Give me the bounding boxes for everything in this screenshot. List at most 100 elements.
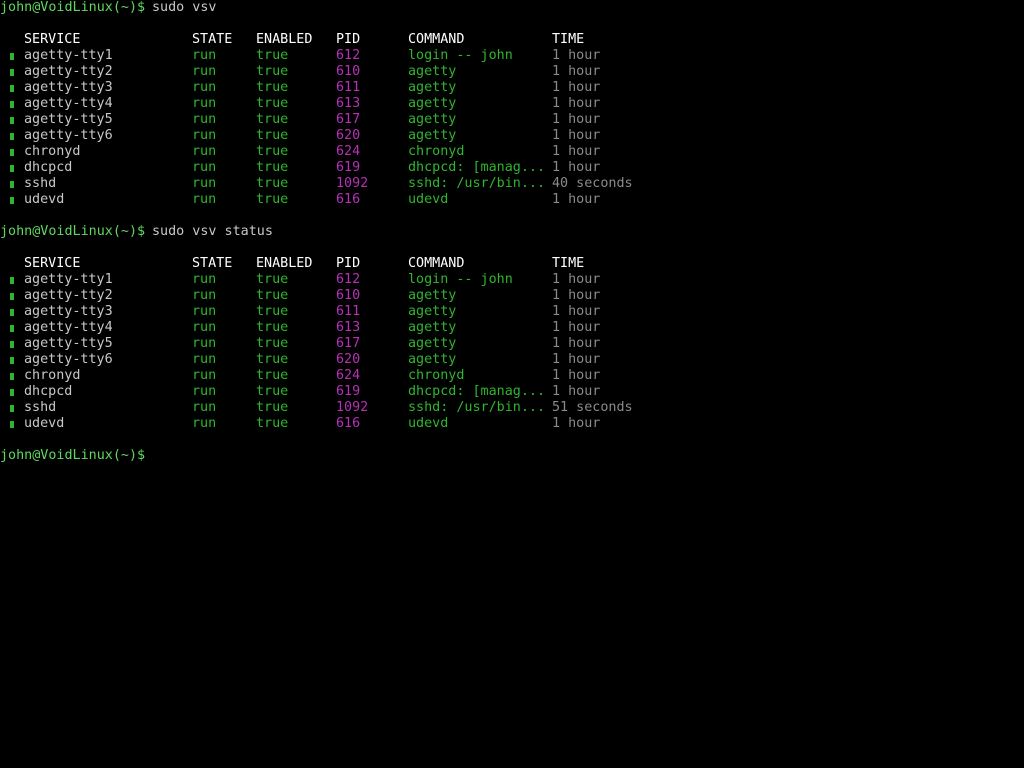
service-enabled: true [256,320,289,335]
status-bullet-icon [10,69,14,76]
service-pid: 611 [336,304,361,319]
service-state: run [192,96,217,111]
service-state: run [192,128,217,143]
status-bullet-icon [10,197,14,204]
service-enabled: true [256,112,289,127]
service-command: dhcpcd: [manag... [408,160,546,175]
table-row: sshd run true 1092 sshd: /usr/bin... 51 secon… [0,400,1024,416]
service-pid: 617 [336,112,361,127]
service-time: 1 hour [552,64,601,79]
service-enabled: true [256,128,289,143]
service-state: run [192,192,217,207]
status-bullet-icon [10,421,14,428]
service-enabled: true [256,160,289,175]
service-name: agetty-tty3 [24,80,113,95]
service-name: agetty-tty2 [24,64,113,79]
table-row: chronyd run true 624 chronyd 1 hour [0,368,1024,384]
service-command: agetty [408,80,457,95]
service-state: run [192,352,217,367]
service-pid: 613 [336,96,361,111]
status-bullet-icon [10,293,14,300]
service-state: run [192,272,217,287]
status-bullet-icon [10,341,14,348]
service-name: agetty-tty6 [24,352,113,367]
command-line[interactable]: john@VoidLinux(~)$ sudo vsv [0,0,1024,16]
service-pid: 616 [336,416,361,431]
service-name: sshd [24,400,57,415]
service-time: 51 seconds [552,400,633,415]
service-command: chronyd [408,368,465,383]
table-row: sshd run true 1092 sshd: /usr/bin... 40 secon… [0,176,1024,192]
status-bullet-icon [10,85,14,92]
service-time: 1 hour [552,128,601,143]
service-command: chronyd [408,144,465,159]
service-name: dhcpcd [24,384,73,399]
service-command: agetty [408,352,457,367]
service-state: run [192,400,217,415]
status-bullet-icon [10,277,14,284]
service-state: run [192,416,217,431]
table-row: agetty-tty1 run true 612 login -- john 1 hour [0,48,1024,64]
service-state: run [192,368,217,383]
table-row: agetty-tty2 run true 610 agetty 1 hour [0,64,1024,80]
status-bullet-icon [10,309,14,316]
service-pid: 619 [336,160,361,175]
service-command: agetty [408,112,457,127]
service-pid: 612 [336,48,361,63]
service-command: agetty [408,320,457,335]
service-time: 1 hour [552,48,601,63]
service-time: 1 hour [552,96,601,111]
service-time: 1 hour [552,304,601,319]
service-time: 1 hour [552,288,601,303]
terminal-window[interactable]: john@VoidLinux(~)$ sudo vsv SERVICE STATE EN… [0,0,1024,768]
service-command: sshd: /usr/bin... [408,400,546,415]
prompt-text: john@VoidLinux(~)$ [0,224,146,239]
column-header-service: SERVICE [24,32,81,47]
column-header-time: TIME [552,32,585,47]
service-command: login -- john [408,272,513,287]
service-pid: 613 [336,320,361,335]
service-time: 1 hour [552,416,601,431]
service-pid: 624 [336,368,361,383]
service-pid: 619 [336,384,361,399]
column-header-enabled: ENABLED [256,32,313,47]
service-name: udevd [24,416,65,431]
service-command: sshd: /usr/bin... [408,176,546,191]
service-command: agetty [408,96,457,111]
service-command: udevd [408,192,449,207]
service-command: udevd [408,416,449,431]
service-pid: 611 [336,80,361,95]
service-time: 1 hour [552,336,601,351]
status-bullet-icon [10,357,14,364]
service-name: agetty-tty2 [24,288,113,303]
service-name: agetty-tty5 [24,112,113,127]
column-header-state: STATE [192,256,233,271]
service-name: chronyd [24,144,81,159]
service-state: run [192,80,217,95]
service-pid: 610 [336,64,361,79]
service-time: 1 hour [552,368,601,383]
table-row: dhcpcd run true 619 dhcpcd: [manag... 1 hour [0,160,1024,176]
service-time: 1 hour [552,112,601,127]
service-enabled: true [256,400,289,415]
command-line[interactable]: john@VoidLinux(~)$ sudo vsv status [0,224,1024,240]
current-prompt-line[interactable]: john@VoidLinux(~)$ [0,448,1024,464]
service-enabled: true [256,416,289,431]
table-row: chronyd run true 624 chronyd 1 hour [0,144,1024,160]
service-enabled: true [256,352,289,367]
service-command: dhcpcd: [manag... [408,384,546,399]
service-state: run [192,320,217,335]
service-time: 40 seconds [552,176,633,191]
status-bullet-icon [10,133,14,140]
status-bullet-icon [10,101,14,108]
table-header: SERVICE STATE ENABLED PID COMMAND TIME [0,256,1024,272]
table-row: agetty-tty1 run true 612 login -- john 1 hour [0,272,1024,288]
service-pid: 616 [336,192,361,207]
service-state: run [192,304,217,319]
service-pid: 612 [336,272,361,287]
status-bullet-icon [10,53,14,60]
service-enabled: true [256,384,289,399]
service-time: 1 hour [552,160,601,175]
service-pid: 1092 [336,400,369,415]
prompt-text: john@VoidLinux(~)$ [0,0,146,15]
